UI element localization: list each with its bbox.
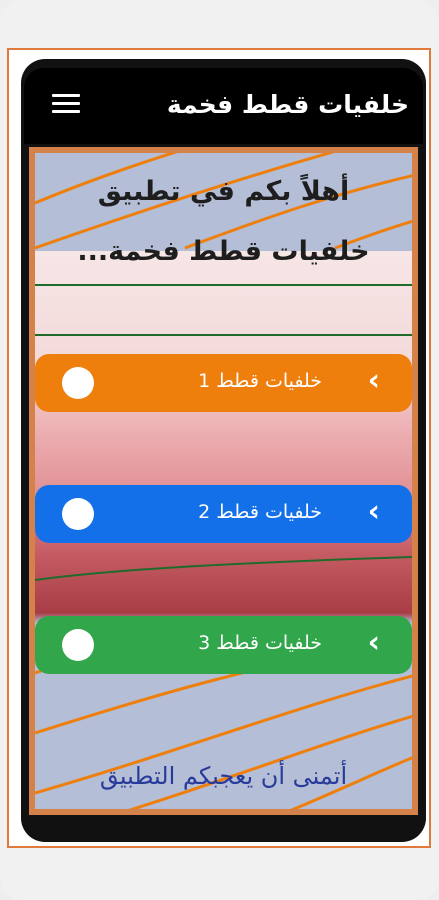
- welcome-line-1: أهلاً بكم في تطبيق: [97, 176, 350, 207]
- app-title: خلفيات قطط فخمة: [166, 90, 409, 119]
- divider-line: [35, 334, 412, 336]
- item-label: خلفيات قطط 3: [198, 632, 322, 654]
- item-circle-icon: [62, 367, 94, 399]
- divider-line: [35, 284, 412, 286]
- item-label: خلفيات قطط 2: [198, 501, 322, 523]
- list-item-3[interactable]: خلفيات قطط 3 ‹: [35, 616, 412, 674]
- green-line-decoration: [35, 556, 412, 581]
- item-circle-icon: [62, 498, 94, 530]
- chevron-left-icon: ‹: [367, 625, 380, 660]
- welcome-line-2: خلفيات قطط فخمة...: [77, 236, 370, 267]
- list-item-2[interactable]: خلفيات قطط 2 ‹: [35, 485, 412, 543]
- chevron-left-icon: ‹: [367, 363, 380, 398]
- item-circle-icon: [62, 629, 94, 661]
- hamburger-menu-icon[interactable]: [52, 94, 80, 116]
- item-label: خلفيات قطط 1: [198, 370, 322, 392]
- footer-text: أتمنى أن يعجبكم التطبيق: [99, 762, 348, 790]
- list-item-1[interactable]: خلفيات قطط 1 ‹: [35, 354, 412, 412]
- chevron-left-icon: ‹: [367, 494, 380, 529]
